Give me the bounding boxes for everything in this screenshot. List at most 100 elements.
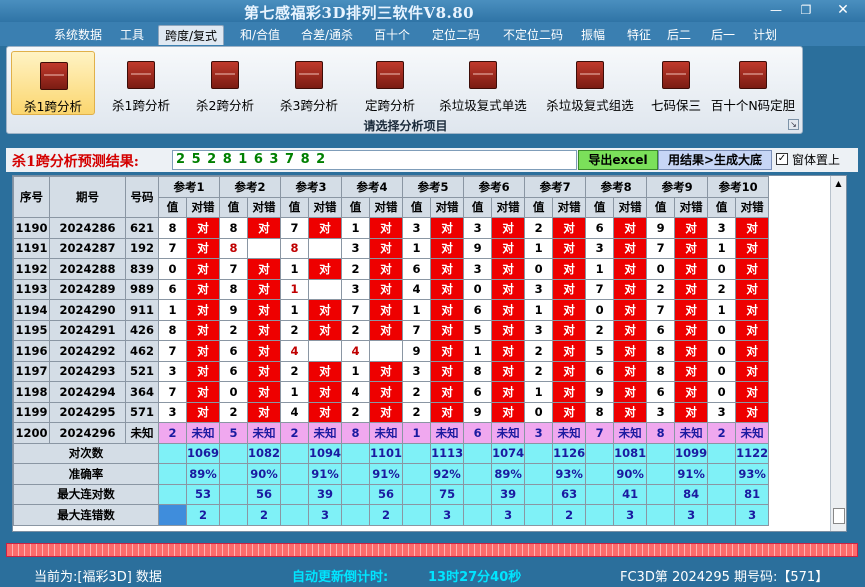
cell-judge: 对 bbox=[247, 258, 282, 280]
col-header-ref: 参考9 bbox=[646, 176, 709, 198]
cell-value: 1 bbox=[402, 237, 432, 259]
scroll-thumb[interactable] bbox=[833, 508, 845, 524]
ribbon-button-label: 百十个N码定胆 bbox=[710, 98, 796, 113]
stat-spacer bbox=[463, 442, 493, 464]
cell-period: 2024290 bbox=[49, 299, 126, 321]
menu-item-3[interactable]: 和/合值 bbox=[236, 25, 284, 45]
cell-value: 7 bbox=[585, 278, 615, 300]
ribbon-button-5[interactable]: 杀垃圾复式单选 bbox=[433, 51, 533, 115]
cell-period: 2024296 bbox=[49, 422, 126, 444]
cell-judge: 对 bbox=[185, 340, 221, 362]
table-row[interactable]: 1196 2024292 462 7 对 6 对 4 4 9 对 1 对 2 对 5 对 8 对 0 对 bbox=[13, 340, 770, 362]
scroll-up-icon[interactable]: ▲ bbox=[831, 176, 846, 192]
table-row[interactable]: 1197 2024293 521 3 对 6 对 2 对 1 对 3 对 8 对 2 对 6 对 8 对 0 对 bbox=[13, 360, 770, 382]
col-header-ref: 参考10 bbox=[707, 176, 770, 198]
col-header-ref: 参考5 bbox=[402, 176, 465, 198]
cell-seq: 1198 bbox=[13, 381, 50, 403]
col-header-seq: 序号 bbox=[13, 176, 50, 218]
cell-value: 0 bbox=[463, 278, 493, 300]
cell-judge: 对 bbox=[613, 340, 648, 362]
cell-judge: 对 bbox=[308, 258, 343, 280]
menu-item-0[interactable]: 系统数据 bbox=[48, 25, 108, 45]
ribbon-button-4[interactable]: 定跨分析 bbox=[351, 51, 429, 115]
cell-value: 7 bbox=[646, 237, 676, 259]
cell-judge: 对 bbox=[735, 258, 770, 280]
cell-value: 9 bbox=[646, 217, 676, 239]
ribbon-button-1[interactable]: 杀1跨分析 bbox=[101, 51, 181, 115]
stat-value: 56 bbox=[247, 483, 282, 505]
col-header-number: 号码 bbox=[125, 176, 159, 218]
ribbon-button-3[interactable]: 杀3跨分析 bbox=[269, 51, 349, 115]
cell-judge: 对 bbox=[185, 319, 221, 341]
cell-number: 364 bbox=[125, 381, 159, 403]
cell-value: 8 bbox=[158, 217, 187, 239]
cell-seq: 1193 bbox=[13, 278, 50, 300]
menu-item-2[interactable]: 跨度/复式 bbox=[158, 25, 224, 45]
table-row[interactable]: 1192 2024288 839 0 对 7 对 1 对 2 对 6 对 3 对 0 对 1 对 0 对 0 对 bbox=[13, 258, 770, 280]
col-header-judge: 对错 bbox=[613, 196, 648, 218]
menu-item-11[interactable]: 后一 bbox=[706, 25, 740, 45]
stat-label: 最大连错数 bbox=[13, 504, 159, 526]
menu-item-12[interactable]: 计划 bbox=[750, 25, 780, 45]
cell-judge: 对 bbox=[613, 299, 648, 321]
menu-item-8[interactable]: 振幅 bbox=[576, 25, 610, 45]
cell-seq: 1191 bbox=[13, 237, 50, 259]
menu-item-4[interactable]: 合差/通杀 bbox=[296, 25, 358, 45]
ribbon-button-label: 定跨分析 bbox=[364, 98, 415, 113]
table-row[interactable]: 1199 2024295 571 3 对 2 对 4 对 2 对 2 对 9 对 0 对 8 对 3 对 3 对 bbox=[13, 401, 770, 423]
menu-item-6[interactable]: 定位二码 bbox=[426, 25, 486, 45]
ribbon-button-6[interactable]: 杀垃圾复式组选 bbox=[537, 51, 643, 115]
cell-judge: 对 bbox=[369, 381, 404, 403]
table-row[interactable]: 1191 2024287 192 7 对 8 8 3 对 1 对 9 对 1 对 3 对 7 对 1 对 bbox=[13, 237, 770, 259]
cell-period: 2024288 bbox=[49, 258, 126, 280]
chart-monitor-icon bbox=[469, 61, 497, 89]
table-row[interactable]: 1200 2024296 未知 2 未知 5 未知 2 未知 8 未知 1 未知 6 未知 3 未知 7 未知 8 未知… bbox=[13, 422, 770, 444]
export-excel-button[interactable]: 导出excel bbox=[578, 150, 658, 170]
ribbon-button-7[interactable]: 七码保三 bbox=[647, 51, 705, 115]
result-field[interactable]: 2 5 2 8 1 6 3 7 8 2 bbox=[172, 150, 577, 170]
generate-base-button[interactable]: 用结果>生成大底 bbox=[658, 150, 772, 170]
maximize-button[interactable]: ❐ bbox=[794, 2, 818, 18]
cell-value: 0 bbox=[219, 381, 249, 403]
stat-spacer bbox=[646, 442, 676, 464]
table-row[interactable]: 1198 2024294 364 7 对 0 对 1 对 4 对 2 对 6 对 1 对 9 对 6 对 0 对 bbox=[13, 381, 770, 403]
table-row[interactable]: 1195 2024291 426 8 对 2 对 2 对 2 对 7 对 5 对 3 对 2 对 6 对 0 对 bbox=[13, 319, 770, 341]
cell-value: 1 bbox=[524, 381, 554, 403]
col-header-judge: 对错 bbox=[430, 196, 465, 218]
menu-item-5[interactable]: 百十个 bbox=[370, 25, 414, 45]
cell-judge: 对 bbox=[735, 319, 770, 341]
menu-item-10[interactable]: 后二 bbox=[662, 25, 696, 45]
cell-judge: 对 bbox=[674, 319, 709, 341]
table-row[interactable]: 1193 2024289 989 6 对 8 对 1 3 对 4 对 0 对 3 对 7 对 2 对 2 对 bbox=[13, 278, 770, 300]
cell-value: 1 bbox=[280, 381, 310, 403]
stat-value: 1094 bbox=[308, 442, 343, 464]
cell-number: 426 bbox=[125, 319, 159, 341]
cell-judge bbox=[369, 340, 404, 362]
ribbon-button-8[interactable]: 百十个N码定胆 bbox=[707, 51, 799, 115]
cell-value: 9 bbox=[402, 340, 432, 362]
table-row[interactable]: 1190 2024286 621 8 对 8 对 7 对 1 对 3 对 3 对 2 对 6 对 9 对 3 对 bbox=[13, 217, 770, 239]
cell-value: 3 bbox=[585, 237, 615, 259]
cell-value: 3 bbox=[341, 237, 371, 259]
menu-item-7[interactable]: 不定位二码 bbox=[496, 25, 570, 45]
cell-value: 1 bbox=[341, 217, 371, 239]
cell-value: 1 bbox=[341, 360, 371, 382]
cell-value: 2 bbox=[585, 319, 615, 341]
vertical-scrollbar[interactable]: ▲ bbox=[830, 176, 846, 531]
cell-value: 0 bbox=[524, 258, 554, 280]
ribbon-button-2[interactable]: 杀2跨分析 bbox=[185, 51, 265, 115]
stat-spacer bbox=[585, 463, 615, 485]
cell-judge: 对 bbox=[491, 217, 526, 239]
menu-item-9[interactable]: 特征 bbox=[620, 25, 658, 45]
ribbon-launcher-icon[interactable]: ↘ bbox=[788, 119, 799, 130]
stay-on-top-checkbox[interactable]: ✓ bbox=[776, 153, 788, 165]
cell-value: 8 bbox=[463, 360, 493, 382]
menu-item-1[interactable]: 工具 bbox=[116, 25, 148, 45]
minimize-button[interactable]: — bbox=[764, 2, 788, 18]
col-header-judge: 对错 bbox=[308, 196, 343, 218]
cell-number: 839 bbox=[125, 258, 159, 280]
cell-judge: 未知 bbox=[552, 422, 587, 444]
close-button[interactable]: ✕ bbox=[824, 2, 862, 18]
ribbon-button-0[interactable]: 杀1跨分析 bbox=[11, 51, 95, 115]
table-row[interactable]: 1194 2024290 911 1 对 9 对 1 对 7 对 1 对 6 对 1 对 0 对 7 对 1 对 bbox=[13, 299, 770, 321]
